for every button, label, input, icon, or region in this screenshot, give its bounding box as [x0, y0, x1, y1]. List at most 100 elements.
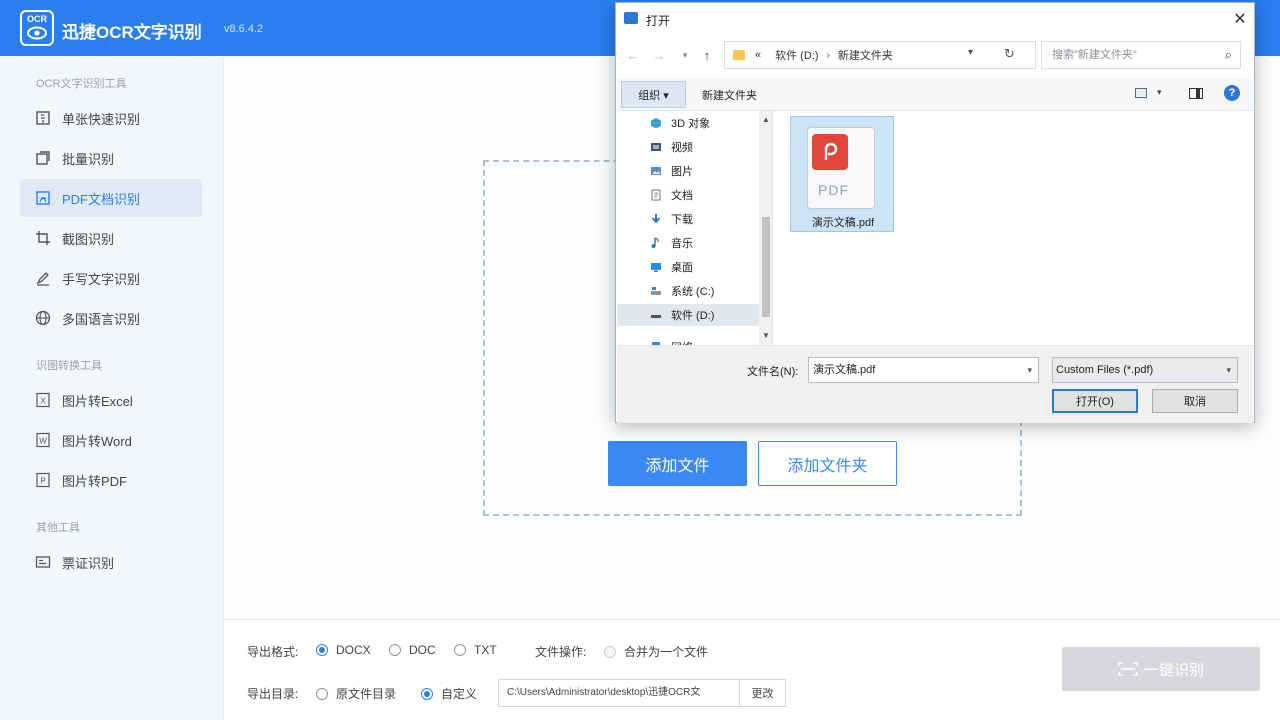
tree-item-music[interactable]: 音乐	[617, 232, 759, 254]
breadcrumb-folder[interactable]: 新建文件夹	[838, 47, 893, 63]
export-dir-label: 导出目录:	[247, 687, 299, 701]
tree-item-network[interactable]: 网络	[617, 336, 759, 345]
tree-item-desktop[interactable]: 桌面	[617, 256, 759, 278]
filename-input[interactable]: 演示文稿.pdf ▾	[808, 357, 1039, 383]
sidebar-item-pdf[interactable]: PDF文档识别	[20, 179, 202, 217]
tree-item-label: 下载	[671, 214, 693, 226]
tree-item-label: 视频	[671, 142, 693, 154]
up-arrow-icon[interactable]: ↑	[698, 45, 716, 65]
tree-item-label: 图片	[671, 166, 693, 178]
change-path-button[interactable]: 更改	[740, 679, 786, 707]
dialog-app-icon	[624, 12, 638, 24]
filetype-dropdown-icon[interactable]: ▾	[1226, 358, 1231, 382]
scroll-up-icon[interactable]: ▲	[762, 115, 770, 124]
download-icon	[649, 213, 663, 225]
search-placeholder: 搜索"新建文件夹"	[1052, 49, 1137, 61]
view-mode-icon[interactable]	[1135, 88, 1147, 98]
sidebar-item-batch[interactable]: 批量识别	[20, 139, 202, 177]
filename-label: 文件名(N):	[747, 366, 799, 378]
tree-item-label: 音乐	[671, 238, 693, 250]
handwriting-icon	[34, 269, 52, 287]
filetype-select[interactable]: Custom Files (*.pdf) ▾	[1052, 357, 1238, 383]
sidebar-item-single-scan[interactable]: 单张快速识别	[20, 99, 202, 137]
format-radio-docx[interactable]: DOCX	[316, 643, 371, 657]
music-icon	[649, 237, 663, 249]
tree-item-drive-c[interactable]: 系统 (C:)	[617, 280, 759, 302]
format-radio-txt[interactable]: TXT	[454, 643, 497, 657]
add-folder-button[interactable]: 添加文件夹	[758, 441, 897, 486]
id-card-icon	[34, 553, 52, 571]
sidebar-item-label: 图片转Word	[62, 433, 132, 449]
globe-icon	[34, 309, 52, 327]
radio-dot	[316, 687, 328, 700]
scan-icon	[1118, 662, 1138, 676]
address-bar[interactable]: « 软件 (D:) › 新建文件夹	[724, 41, 1036, 69]
filename-value: 演示文稿.pdf	[813, 364, 876, 376]
tree-item-label: 系统 (C:)	[671, 286, 715, 298]
app-version: v8.6.4.2	[224, 23, 264, 35]
address-dropdown-icon[interactable]: ▾	[968, 47, 973, 58]
filetype-value: Custom Files (*.pdf)	[1056, 364, 1154, 376]
one-click-ocr-button[interactable]: 一键识别	[1062, 647, 1260, 691]
export-path-input[interactable]: C:\Users\Administrator\desktop\迅捷OCR文	[498, 679, 740, 707]
app-name: 迅捷OCR文字识别	[62, 23, 202, 42]
sidebar-item-screenshot[interactable]: 截图识别	[20, 219, 202, 257]
back-arrow-icon[interactable]: ←	[624, 45, 642, 65]
dir-radio-custom[interactable]: 自定义	[421, 685, 477, 702]
dialog-footer: 文件名(N): 演示文稿.pdf ▾ Custom Files (*.pdf) …	[617, 345, 1253, 423]
drive-d-icon	[649, 309, 663, 321]
sidebar-item-multilang[interactable]: 多国语言识别	[20, 299, 202, 337]
forward-arrow-icon[interactable]: →	[650, 45, 668, 65]
pdf-document-icon: PDF	[807, 127, 875, 209]
tree-item-label: 3D 对象	[671, 118, 711, 130]
sidebar-item-label: 批量识别	[62, 151, 115, 167]
sidebar: OCR文字识别工具 单张快速识别 批量识别 PDF文档识别 截图识别 手写文字识…	[0, 56, 224, 720]
breadcrumb-drive[interactable]: 软件 (D:)	[775, 47, 818, 63]
cancel-button[interactable]: 取消	[1152, 389, 1238, 413]
radio-dot	[389, 644, 401, 656]
documents-icon	[649, 189, 663, 201]
navigation-tree: 3D 对象 视频 图片 文档 下载 音乐 桌面 系统 (C:) 软件 (D:) …	[617, 111, 773, 345]
tree-item-label: 桌面	[671, 262, 693, 274]
new-folder-button[interactable]: 新建文件夹	[702, 87, 757, 103]
breadcrumb-separator-icon: ›	[826, 49, 830, 61]
merge-file-radio[interactable]: 合并为一个文件	[604, 643, 708, 660]
tree-scrollbar[interactable]: ▲ ▼	[759, 111, 772, 345]
sidebar-item-label: 图片转Excel	[62, 393, 133, 409]
tree-item-drive-d[interactable]: 软件 (D:)	[617, 304, 759, 326]
tree-item-video[interactable]: 视频	[617, 136, 759, 158]
dialog-close-button[interactable]: ✕	[1228, 7, 1252, 31]
add-file-button[interactable]: 添加文件	[608, 441, 747, 486]
scrollbar-thumb[interactable]	[762, 217, 770, 317]
tree-item-pictures[interactable]: 图片	[617, 160, 759, 182]
tree-item-downloads[interactable]: 下载	[617, 208, 759, 230]
recent-dropdown-icon[interactable]: ▾	[676, 45, 694, 65]
sidebar-item-handwriting[interactable]: 手写文字识别	[20, 259, 202, 297]
sidebar-item-id-card[interactable]: 票证识别	[20, 543, 202, 581]
radio-label: DOC	[409, 643, 436, 657]
view-dropdown-icon[interactable]: ▾	[1157, 87, 1162, 98]
dialog-search-input[interactable]: 搜索"新建文件夹" ⌕	[1041, 41, 1241, 69]
organize-button[interactable]: 组织 ▾	[621, 81, 686, 108]
tree-item-documents[interactable]: 文档	[617, 184, 759, 206]
sidebar-item-to-excel[interactable]: X 图片转Excel	[20, 381, 202, 419]
refresh-icon[interactable]: ↻	[1004, 46, 1015, 62]
tree-item-3d-objects[interactable]: 3D 对象	[617, 112, 759, 134]
sidebar-item-to-word[interactable]: W 图片转Word	[20, 421, 202, 459]
open-button[interactable]: 打开(O)	[1052, 389, 1138, 413]
filename-dropdown-icon[interactable]: ▾	[1027, 358, 1032, 382]
preview-pane-icon[interactable]	[1189, 88, 1203, 99]
pdf-icon	[34, 189, 52, 207]
format-radio-doc[interactable]: DOC	[389, 643, 436, 657]
sidebar-item-to-pdf[interactable]: P 图片转PDF	[20, 461, 202, 499]
file-open-dialog: 打开 ✕ ← → ▾ ↑ « 软件 (D:) › 新建文件夹 ▾ ↻ 搜索"新建…	[615, 2, 1255, 423]
radio-label: DOCX	[336, 643, 371, 657]
scroll-down-icon[interactable]: ▼	[762, 331, 770, 340]
file-item-pdf[interactable]: PDF 演示文稿.pdf	[790, 116, 894, 232]
radio-label: 原文件目录	[336, 687, 397, 701]
radio-dot	[421, 687, 433, 700]
help-icon[interactable]: ?	[1224, 85, 1240, 101]
dir-radio-original[interactable]: 原文件目录	[316, 685, 396, 702]
sidebar-item-label: 手写文字识别	[62, 271, 141, 287]
radio-label: 合并为一个文件	[624, 645, 709, 659]
